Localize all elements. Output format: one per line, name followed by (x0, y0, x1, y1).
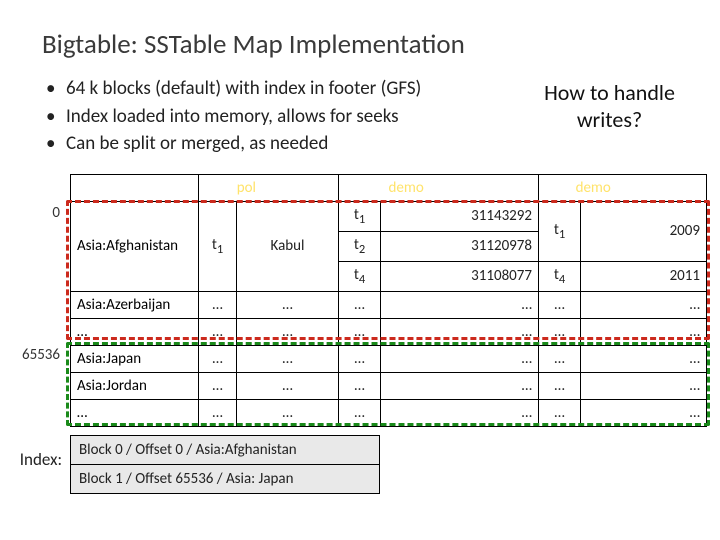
ts-cell: t1 (539, 201, 581, 261)
ts-cell: t4 (539, 261, 581, 291)
table-row: Asia:Japan …… …… …… (71, 345, 707, 372)
ts-cell: t2 (339, 231, 381, 261)
pk-cell: Asia:Azerbaijan (71, 291, 199, 318)
index-table: Block 0 / Offset 0 / Asia:Afghanistan Bl… (70, 435, 380, 494)
callout-question: How to handle writes? (525, 75, 700, 133)
bullet-item: 64 k blocks (default) with index in foot… (46, 75, 525, 103)
index-section: Index: Block 0 / Offset 0 / Asia:Afghani… (0, 435, 720, 494)
header-demo-popyear: demo:pop-year (539, 174, 707, 201)
table-row: Asia:Afghanistan t1 Kabul t1 31143292 t1… (71, 201, 707, 231)
bullet-list: 64 k blocks (default) with index in foot… (46, 75, 525, 158)
block0-offset-label: 0 (0, 204, 60, 222)
popvalue-cell: 31108077 (381, 261, 539, 291)
table-row: Asia:Jordan …… …… …… (71, 372, 707, 399)
table-row: … …… …… …… (71, 318, 707, 345)
capital-cell: Kabul (237, 201, 339, 291)
pk-cell: … (71, 399, 199, 426)
index-row: Block 0 / Offset 0 / Asia:Afghanistan (71, 435, 380, 464)
popvalue-cell: 31143292 (381, 201, 539, 231)
table-row: Asia:Azerbaijan …… …… …… (71, 291, 707, 318)
table-row: … …… …… …… (71, 399, 707, 426)
index-label: Index: (0, 435, 70, 470)
ts-cell: t1 (339, 201, 381, 231)
sstable-table: Primary Key pol:capital demo:pop-value d… (70, 174, 707, 427)
block1-offset-label: 65536 (0, 346, 60, 364)
popyear-cell: 2009 (581, 201, 707, 261)
bullet-item: Index loaded into memory, allows for see… (46, 103, 525, 131)
header-primary-key: Primary Key (71, 174, 199, 201)
header-pol-capital: pol:capital (199, 174, 339, 201)
popvalue-cell: 31120978 (381, 231, 539, 261)
ts-cell: t1 (199, 201, 237, 291)
pk-cell: Asia:Jordan (71, 372, 199, 399)
ts-cell: t4 (339, 261, 381, 291)
pk-cell: … (71, 318, 199, 345)
popyear-cell: 2011 (581, 261, 707, 291)
sstable-diagram: 0 65536 Primary Key pol:capital demo:pop… (0, 174, 720, 427)
slide-title: Bigtable: SSTable Map Implementation (0, 0, 720, 75)
bullet-item: Can be split or merged, as needed (46, 130, 525, 158)
header-demo-popvalue: demo:pop-value (339, 174, 539, 201)
pk-cell: Asia:Afghanistan (71, 201, 199, 291)
index-row: Block 1 / Offset 65536 / Asia: Japan (71, 464, 380, 493)
pk-cell: Asia:Japan (71, 345, 199, 372)
